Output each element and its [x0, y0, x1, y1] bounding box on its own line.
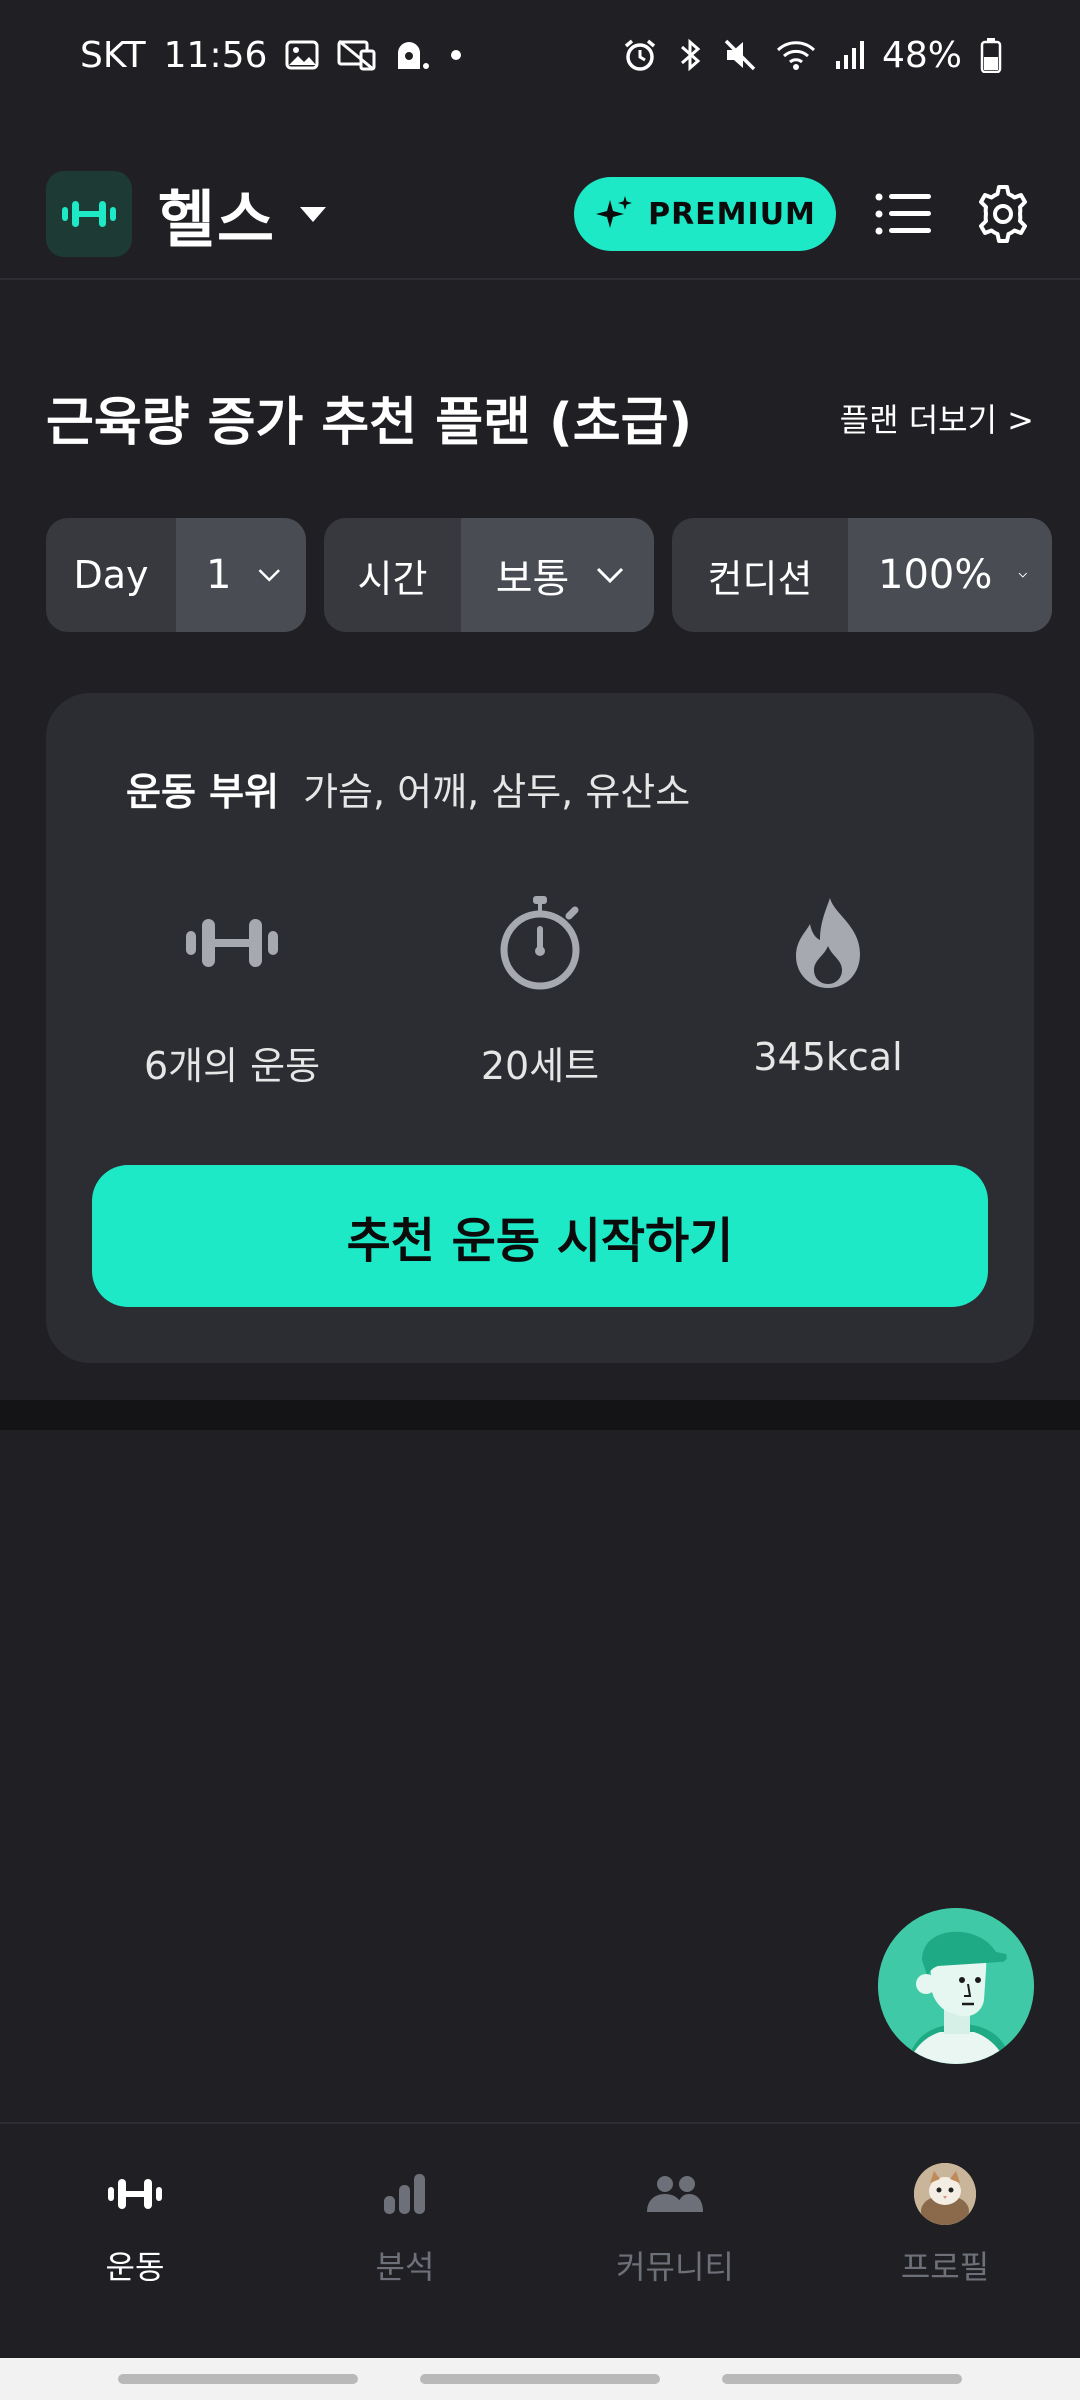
caret-down-icon[interactable] — [298, 204, 328, 228]
chevron-down-icon — [259, 569, 281, 582]
status-bar: SKT 11:56 48% — [0, 0, 1080, 110]
condition-filter[interactable]: 컨디션 100% — [672, 518, 1052, 632]
app-header: 헬스 PREMIUM — [0, 150, 1080, 280]
premium-button[interactable]: PREMIUM — [574, 177, 836, 251]
day-select[interactable]: 1 — [176, 518, 306, 632]
nav-item-workout[interactable]: 운동 — [0, 2124, 270, 2358]
nav-item-community[interactable]: 커뮤니티 — [540, 2124, 810, 2358]
day-filter[interactable]: Day 1 — [46, 518, 306, 632]
plan-filters: Day 1 시간 보통 컨디션 100% — [46, 518, 1052, 632]
filter-value: 보통 — [495, 556, 570, 602]
calories: 345kcal — [753, 1035, 903, 1079]
body-parts-label: 운동 부위 — [126, 770, 280, 814]
list-menu-button[interactable] — [874, 184, 934, 244]
dumbbell-icon — [106, 2164, 164, 2224]
back-handle[interactable] — [722, 2374, 962, 2384]
mute-icon — [722, 37, 758, 73]
time-select[interactable]: 보통 — [461, 518, 654, 632]
filter-value: 1 — [206, 552, 232, 598]
nav-label: 운동 — [105, 2248, 165, 2286]
sparkle-icon — [596, 196, 633, 228]
plan-header: 근육량 증가 추천 플랜 (초급) 플랜 더보기 > — [46, 380, 1034, 455]
filter-label: Day — [73, 553, 149, 597]
bottom-nav: 운동 분석 커뮤니티 프로필 — [0, 2122, 1080, 2358]
dumbbell-icon — [62, 201, 116, 227]
section-divider — [0, 1400, 1080, 1430]
nav-item-analysis[interactable]: 분석 — [270, 2124, 540, 2358]
alarm-icon — [622, 37, 658, 73]
coach-avatar-icon — [878, 1908, 1034, 2064]
clock: 11:56 — [163, 34, 268, 76]
wifi-icon — [776, 38, 816, 72]
dumbbell-icon — [184, 893, 280, 993]
body-parts-value: 가슴, 어깨, 삼두, 유산소 — [303, 770, 691, 814]
app-notification-icon — [395, 39, 431, 71]
people-icon — [645, 2164, 705, 2224]
carrier-label: SKT — [80, 34, 146, 76]
home-handle[interactable] — [420, 2374, 660, 2384]
settings-button[interactable] — [972, 183, 1034, 245]
gallery-icon — [285, 40, 319, 70]
system-nav-bar — [0, 2358, 1080, 2400]
flame-icon — [790, 893, 866, 993]
list-icon — [875, 193, 931, 235]
plan-more-link[interactable]: 플랜 더보기 > — [840, 395, 1034, 441]
nav-label: 프로필 — [900, 2248, 990, 2286]
nav-label: 분석 — [375, 2248, 435, 2286]
filter-label: 시간 — [357, 556, 428, 601]
start-workout-button[interactable]: 추천 운동 시작하기 — [92, 1165, 988, 1307]
dot-icon — [449, 48, 463, 62]
filter-label: 컨디션 — [707, 556, 813, 601]
exercise-count-stat: 6개의 운동 — [112, 893, 352, 1090]
status-left: SKT 11:56 — [80, 35, 463, 76]
nav-item-profile[interactable]: 프로필 — [810, 2124, 1080, 2358]
battery-icon — [980, 37, 1002, 73]
coach-avatar-button[interactable] — [878, 1908, 1034, 2064]
bar-chart-icon — [382, 2164, 428, 2224]
profile-avatar — [914, 2163, 976, 2225]
recent-apps-handle[interactable] — [118, 2374, 358, 2384]
gear-icon — [979, 185, 1027, 243]
status-right: 48% — [622, 35, 1002, 76]
workout-card: 운동 부위 가슴, 어깨, 삼두, 유산소 6개의 운동 20세트 345kca… — [46, 693, 1034, 1363]
premium-label: PREMIUM — [648, 196, 816, 232]
sets-count: 20세트 — [480, 1044, 600, 1088]
chevron-down-icon — [1018, 572, 1028, 578]
profile-avatar-wrapper — [914, 2163, 976, 2225]
time-filter[interactable]: 시간 보통 — [324, 518, 654, 632]
battery-percent: 48% — [881, 34, 962, 76]
exercise-count: 6개의 운동 — [143, 1044, 321, 1088]
bluetooth-icon — [676, 37, 704, 73]
app-title[interactable]: 헬스 — [158, 169, 276, 259]
cast-icon — [337, 39, 377, 71]
filter-value: 100% — [878, 552, 993, 598]
nav-label: 커뮤니티 — [616, 2248, 734, 2286]
plan-title: 근육량 증가 추천 플랜 (초급) — [46, 393, 693, 453]
signal-icon — [834, 39, 864, 71]
calories-stat: 345kcal — [708, 893, 948, 1079]
app-logo[interactable] — [46, 171, 132, 257]
body-parts: 운동 부위 가슴, 어깨, 삼두, 유산소 — [126, 761, 690, 816]
header-actions: PREMIUM — [574, 177, 1034, 251]
stopwatch-icon — [495, 893, 585, 993]
sets-stat: 20세트 — [420, 893, 660, 1090]
chevron-down-icon — [597, 567, 624, 584]
condition-select[interactable]: 100% — [848, 518, 1052, 632]
